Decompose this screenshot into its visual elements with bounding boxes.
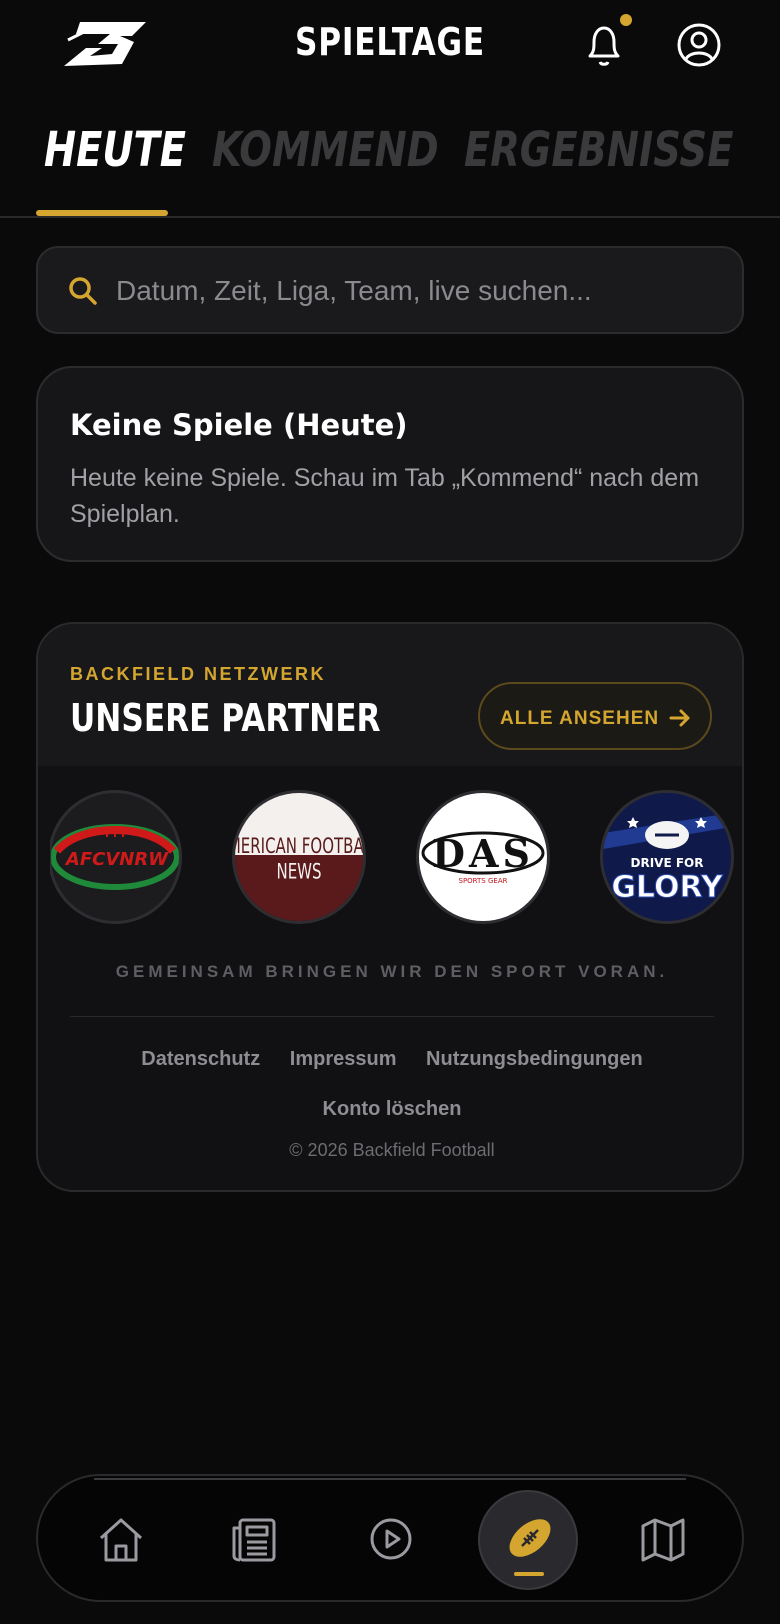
- glory-logo-line2: GLORY: [611, 870, 724, 905]
- afn-logo-line2: NEWS: [276, 860, 321, 884]
- bottom-navigation: [36, 1474, 744, 1602]
- partners-title: UNSERE PARTNER: [70, 696, 381, 740]
- empty-state-card: Keine Spiele (Heute) Heute keine Spiele.…: [36, 366, 744, 562]
- partner-logo-drive-for-glory[interactable]: DRIVE FOR GLORY: [600, 790, 734, 924]
- tab-heute[interactable]: HEUTE: [44, 122, 186, 178]
- search-icon: [69, 277, 97, 305]
- link-nutzungsbedingungen[interactable]: Nutzungsbedingungen: [426, 1048, 643, 1070]
- active-tab-indicator: [36, 210, 168, 216]
- nav-active-games[interactable]: [478, 1490, 578, 1590]
- footer-divider: [70, 1016, 714, 1017]
- nav-active-indicator: [514, 1572, 544, 1576]
- copyright-text: © 2026 Backfield Football: [289, 1140, 495, 1160]
- nav-top-line: [94, 1478, 686, 1480]
- partners-eyebrow: BACKFIELD NETZWERK: [70, 664, 326, 684]
- tab-kommend[interactable]: KOMMEND: [212, 122, 439, 178]
- arrow-right-icon: [669, 709, 690, 727]
- partner-logo-afcvnrw[interactable]: AFCVNRW: [50, 790, 182, 924]
- see-all-button[interactable]: ALLE ANSEHEN: [478, 682, 712, 750]
- play-icon[interactable]: [366, 1514, 416, 1564]
- app-header: SPIELTAGE: [0, 0, 780, 92]
- footer-links: Datenschutz Impressum Nutzungsbedingunge…: [38, 1048, 742, 1071]
- see-all-label: ALLE ANSEHEN: [500, 708, 660, 729]
- user-circle-icon[interactable]: [676, 22, 722, 68]
- empty-state-title: Keine Spiele (Heute): [70, 408, 408, 442]
- news-icon[interactable]: [230, 1514, 280, 1564]
- home-icon[interactable]: [96, 1514, 146, 1564]
- link-datenschutz[interactable]: Datenschutz: [141, 1048, 260, 1070]
- football-icon: [509, 1519, 551, 1557]
- das-logo-text: DAS: [432, 831, 534, 876]
- partners-tagline: GEMEINSAM BRINGEN WIR DEN SPORT VORAN.: [115, 962, 669, 981]
- tab-bar: HEUTE KOMMEND ERGEBNISSE: [0, 92, 780, 218]
- das-logo-sub: SPORTS GEAR: [459, 877, 508, 885]
- glory-logo-line1: DRIVE FOR: [631, 856, 704, 870]
- partner-logo-american-football-news[interactable]: AMERICAN FOOTBALL NEWS: [232, 790, 366, 924]
- map-icon[interactable]: [638, 1514, 688, 1564]
- search-bar[interactable]: [36, 246, 744, 334]
- notification-dot: [620, 14, 632, 26]
- partner-logo-carousel[interactable]: AFCVNRW AMERICAN FOOTBALL NEWS DAS SPORT…: [50, 790, 734, 930]
- search-input[interactable]: [116, 268, 716, 314]
- empty-state-text: Heute keine Spiele. Schau im Tab „Kommen…: [70, 464, 700, 528]
- afn-logo-line1: AMERICAN FOOTBALL: [235, 835, 363, 859]
- delete-account-link[interactable]: Konto löschen: [38, 1098, 742, 1121]
- partners-card: BACKFIELD NETZWERK UNSERE PARTNER ALLE A…: [36, 622, 744, 1192]
- partner-logo-das[interactable]: DAS SPORTS GEAR: [416, 790, 550, 924]
- tab-ergebnisse[interactable]: ERGEBNISSE: [464, 122, 733, 178]
- afcvnrw-logo-text: AFCVNRW: [64, 849, 169, 870]
- link-impressum[interactable]: Impressum: [290, 1048, 397, 1070]
- bell-icon[interactable]: [582, 22, 626, 70]
- partners-header: BACKFIELD NETZWERK UNSERE PARTNER ALLE A…: [38, 624, 742, 766]
